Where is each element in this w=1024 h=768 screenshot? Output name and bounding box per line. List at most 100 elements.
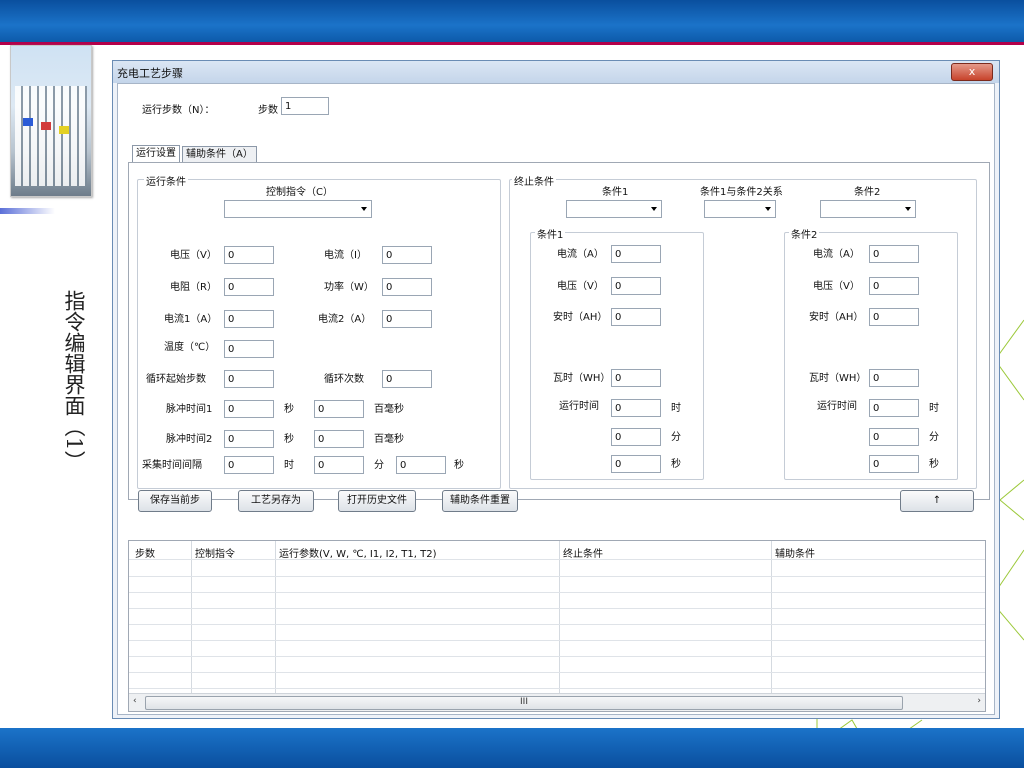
cond2-minutes-unit: 分 (929, 432, 939, 443)
column-header[interactable]: 辅助条件 (775, 545, 815, 560)
cond1-voltage-input[interactable]: 0 (611, 277, 661, 295)
cond1-runtime-seconds-input[interactable]: 0 (611, 455, 661, 473)
current-input[interactable]: 0 (382, 246, 432, 264)
sample-interval-label: 采集时间间隔 (142, 460, 202, 471)
temperature-label: 温度（℃） (164, 342, 216, 353)
pulse1-ms-unit: 百毫秒 (374, 404, 404, 415)
pulse2-seconds-input[interactable]: 0 (224, 430, 274, 448)
cond1-current-label: 电流（A） (557, 249, 604, 260)
pulse1-seconds-input[interactable]: 0 (224, 400, 274, 418)
table-row[interactable] (129, 608, 985, 609)
table-row[interactable] (129, 656, 985, 657)
cond1-runtime-label: 运行时间 (559, 401, 599, 412)
loop-start-input[interactable]: 0 (224, 370, 274, 388)
pulse1-seconds-unit: 秒 (284, 404, 294, 415)
condition1-select[interactable] (566, 200, 662, 218)
current1-input[interactable]: 0 (224, 310, 274, 328)
sample-seconds-unit: 秒 (454, 460, 464, 471)
sample-minutes-input[interactable]: 0 (314, 456, 364, 474)
table-row[interactable] (129, 688, 985, 689)
chevron-down-icon (651, 207, 657, 211)
table-row[interactable] (129, 576, 985, 577)
pulse2-label: 脉冲时间2 (166, 434, 213, 445)
save-step-button[interactable]: 保存当前步 (138, 490, 212, 512)
condition2-select[interactable] (820, 200, 916, 218)
current2-input[interactable]: 0 (382, 310, 432, 328)
column-divider (275, 541, 276, 693)
save-as-button[interactable]: 工艺另存为 (238, 490, 314, 512)
power-input[interactable]: 0 (382, 278, 432, 296)
condition2-group: 条件2 电流（A） 0 电压（V） 0 安时（AH） 0 瓦时（WH） 0 运行… (784, 226, 958, 480)
flag-icon (59, 126, 69, 134)
cond2-runtime-minutes-input[interactable]: 0 (869, 428, 919, 446)
slide-title: 指令编辑界面（1） (62, 290, 86, 472)
relation-select[interactable] (704, 200, 776, 218)
sample-hours-input[interactable]: 0 (224, 456, 274, 474)
control-command-label: 控制指令（C） (266, 187, 333, 198)
table-row[interactable] (129, 559, 985, 560)
pulse1-label: 脉冲时间1 (166, 404, 213, 415)
table-row[interactable] (129, 640, 985, 641)
column-header[interactable]: 运行参数(V, W, ℃, I1, I2, T1, T2) (279, 545, 436, 560)
table-row[interactable] (129, 592, 985, 593)
cond1-runtime-minutes-input[interactable]: 0 (611, 428, 661, 446)
run-step-label: 运行步数（N）： (142, 105, 215, 116)
cond2-ah-input[interactable]: 0 (869, 308, 919, 326)
cond2-seconds-unit: 秒 (929, 459, 939, 470)
cond2-voltage-input[interactable]: 0 (869, 277, 919, 295)
scroll-left-icon[interactable]: ‹ (133, 696, 137, 706)
table-row[interactable] (129, 672, 985, 673)
cond1-runtime-hours-input[interactable]: 0 (611, 399, 661, 417)
step-input[interactable]: 1 (281, 97, 329, 115)
resistance-input[interactable]: 0 (224, 278, 274, 296)
scrollbar-thumb[interactable]: III (145, 696, 903, 710)
cond1-current-input[interactable]: 0 (611, 245, 661, 263)
loop-count-input[interactable]: 0 (382, 370, 432, 388)
cond2-runtime-label: 运行时间 (817, 401, 857, 412)
tab-run-settings[interactable]: 运行设置 (132, 145, 180, 163)
control-command-select[interactable] (224, 200, 372, 218)
sample-minutes-unit: 分 (374, 460, 384, 471)
column-header[interactable]: 步数 (135, 545, 155, 560)
chevron-down-icon (361, 207, 367, 211)
column-header[interactable]: 控制指令 (195, 545, 235, 560)
cond2-hours-unit: 时 (929, 403, 939, 414)
cond1-wh-input[interactable]: 0 (611, 369, 661, 387)
column-header[interactable]: 终止条件 (563, 545, 603, 560)
cond1-ah-input[interactable]: 0 (611, 308, 661, 326)
process-step-window: 充电工艺步骤 x 运行步数（N）： 步数 1 运行设置 辅助条件（A） 运行条件… (112, 60, 1000, 719)
tab-panel-run-settings: 运行条件 控制指令（C） 电压（V） 0 电流（I） 0 电阻（R） 0 功率（… (128, 162, 990, 500)
cond2-current-label: 电流（A） (813, 249, 860, 260)
resistance-label: 电阻（R） (170, 282, 217, 293)
cond2-current-input[interactable]: 0 (869, 245, 919, 263)
flag-icon (41, 122, 51, 130)
table-row[interactable] (129, 624, 985, 625)
move-up-button[interactable]: ↑ (900, 490, 974, 512)
horizontal-scrollbar[interactable]: ‹ III › (129, 693, 985, 711)
sample-seconds-input[interactable]: 0 (396, 456, 446, 474)
temperature-input[interactable]: 0 (224, 340, 274, 358)
condition1-header: 条件1 (602, 187, 629, 198)
cond2-wh-input[interactable]: 0 (869, 369, 919, 387)
voltage-input[interactable]: 0 (224, 246, 274, 264)
reset-aux-button[interactable]: 辅助条件重置 (442, 490, 518, 512)
cond1-ah-label: 安时（AH） (553, 312, 608, 323)
slide-accent-bar (0, 208, 55, 214)
window-titlebar[interactable]: 充电工艺步骤 x (113, 61, 999, 83)
chevron-down-icon (765, 207, 771, 211)
table-header: 步数 控制指令 运行参数(V, W, ℃, I1, I2, T1, T2) 终止… (129, 541, 985, 560)
cond2-runtime-seconds-input[interactable]: 0 (869, 455, 919, 473)
termination-title: 终止条件 (512, 173, 556, 188)
power-label: 功率（W） (324, 282, 374, 293)
building-facade (15, 86, 87, 186)
pulse1-ms-input[interactable]: 0 (314, 400, 364, 418)
close-button[interactable]: x (951, 63, 993, 81)
cond2-runtime-hours-input[interactable]: 0 (869, 399, 919, 417)
scroll-right-icon[interactable]: › (977, 696, 981, 706)
cond1-seconds-unit: 秒 (671, 459, 681, 470)
open-history-button[interactable]: 打开历史文件 (338, 490, 416, 512)
cond1-wh-label: 瓦时（WH） (553, 373, 611, 384)
step-table: 步数 控制指令 运行参数(V, W, ℃, I1, I2, T1, T2) 终止… (128, 540, 986, 712)
tab-aux-conditions[interactable]: 辅助条件（A） (182, 146, 257, 163)
pulse2-ms-input[interactable]: 0 (314, 430, 364, 448)
